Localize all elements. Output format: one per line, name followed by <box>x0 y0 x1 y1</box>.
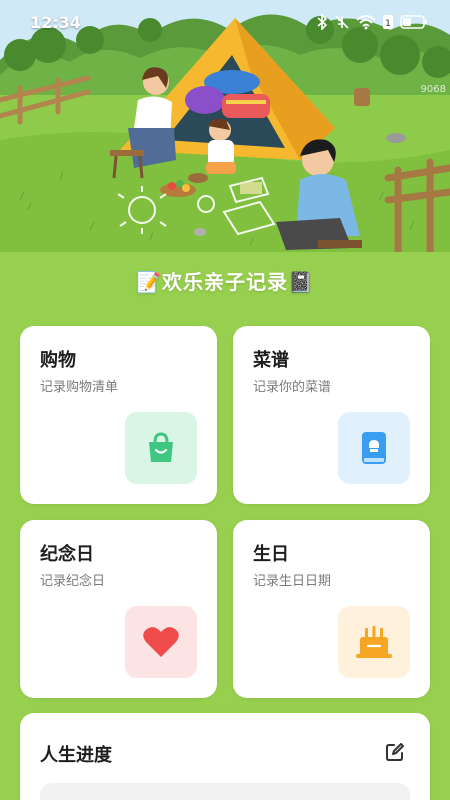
recipe-card[interactable]: 菜谱 记录你的菜谱 <box>233 326 430 504</box>
card-title: 生日 <box>253 544 289 565</box>
bluetooth-icon <box>316 14 328 30</box>
card-subtitle: 记录购物清单 <box>40 380 119 395</box>
wifi-icon <box>356 14 376 30</box>
card-title: 纪念日 <box>40 544 94 565</box>
progress-content-area <box>40 783 410 800</box>
anniversary-card[interactable]: 纪念日 记录纪念日 <box>20 520 217 698</box>
life-progress-card: 人生进度 <box>20 713 430 800</box>
edit-icon <box>386 743 404 761</box>
page-title: 📝欢乐亲子记录📓 <box>136 270 314 294</box>
card-title: 购物 <box>40 350 76 371</box>
birthday-cake-icon <box>338 606 410 678</box>
card-subtitle: 记录你的菜谱 <box>253 380 332 395</box>
hero-illustration: 12:34 1 9068 <box>0 0 450 252</box>
battery-icon <box>400 14 428 30</box>
shopping-card[interactable]: 购物 记录购物清单 <box>20 326 217 504</box>
shopping-bag-icon <box>125 412 197 484</box>
status-time: 12:34 <box>30 12 81 32</box>
heart-icon <box>125 606 197 678</box>
card-title: 菜谱 <box>253 350 289 371</box>
recipe-book-icon <box>338 412 410 484</box>
edit-button[interactable] <box>384 741 406 763</box>
birthday-card[interactable]: 生日 记录生日日期 <box>233 520 430 698</box>
card-title: 人生进度 <box>40 745 112 766</box>
status-icons: 1 <box>316 14 428 30</box>
status-bar: 12:34 1 <box>0 0 450 44</box>
card-subtitle: 记录纪念日 <box>40 574 106 589</box>
card-subtitle: 记录生日日期 <box>253 574 332 589</box>
svg-text:1: 1 <box>385 19 391 29</box>
image-watermark: 9068 <box>420 84 446 95</box>
sim-icon: 1 <box>382 14 394 30</box>
mute-icon <box>334 14 350 30</box>
